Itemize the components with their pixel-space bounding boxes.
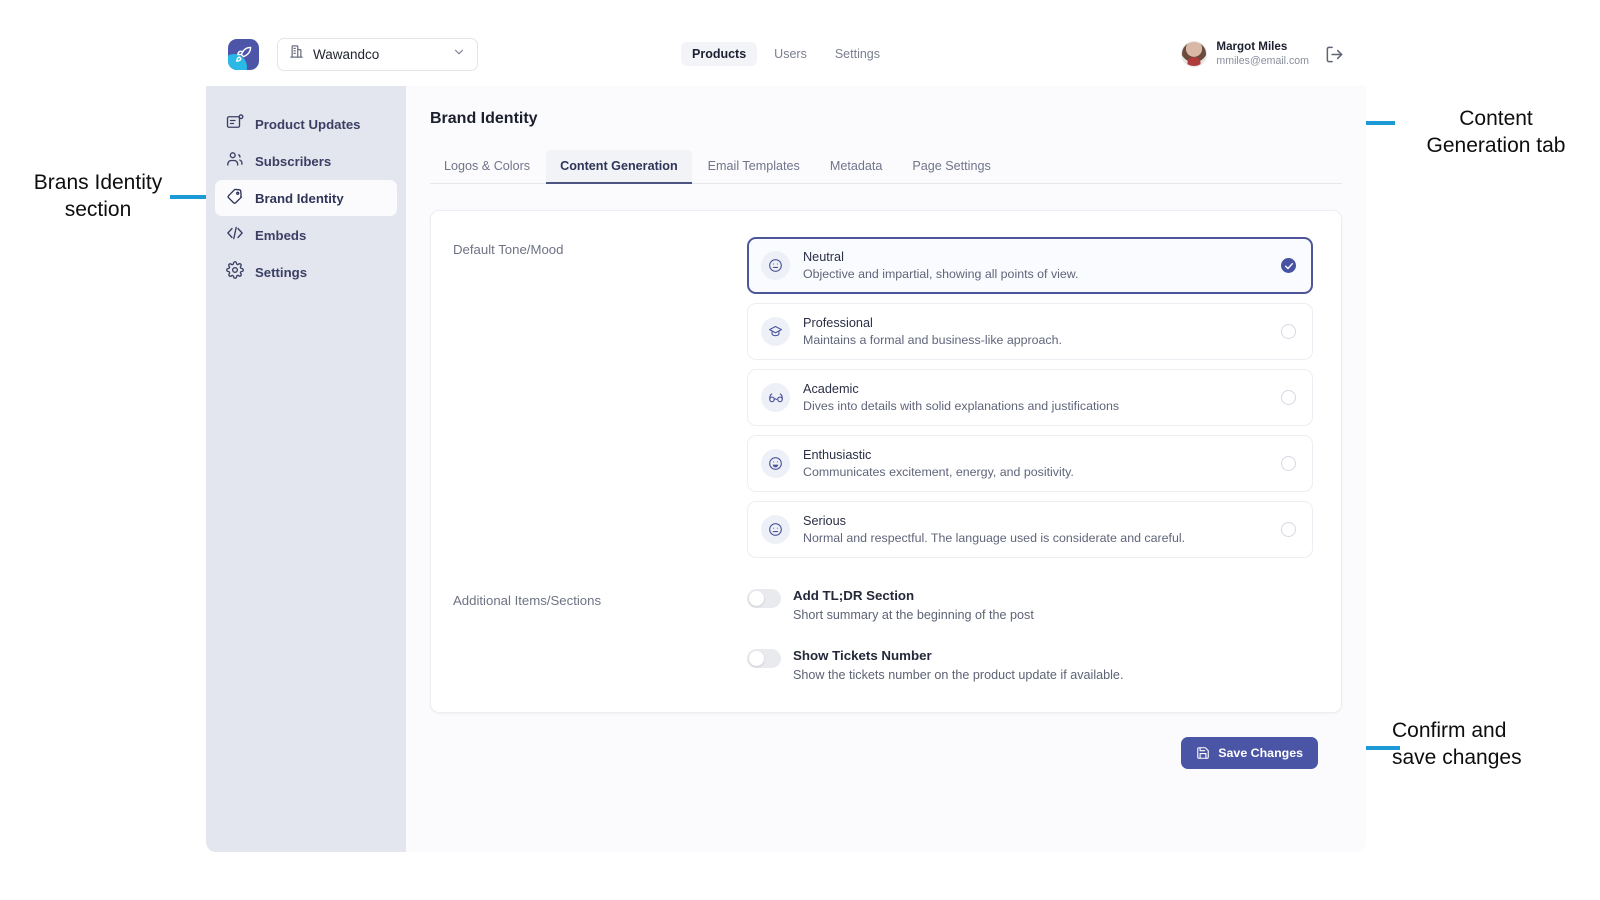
tone-option-title: Enthusiastic	[803, 448, 1268, 462]
top-bar: Wawandco Products Users Settings Margot …	[206, 22, 1366, 86]
tone-option-title: Neutral	[803, 250, 1268, 264]
tone-radio[interactable]	[1281, 522, 1296, 537]
content-area: Brand Identity Logos & Colors Content Ge…	[406, 86, 1366, 852]
code-icon	[226, 224, 244, 247]
sidebar-item-label: Subscribers	[255, 154, 331, 169]
tone-option-description: Objective and impartial, showing all poi…	[803, 267, 1268, 281]
tag-icon	[226, 187, 244, 210]
tone-option-description: Maintains a formal and business-like app…	[803, 333, 1268, 347]
graduation-cap-icon	[761, 317, 790, 346]
sidebar: Product Updates Subscribers	[206, 86, 406, 852]
chevron-down-icon	[452, 45, 466, 64]
toggle-title: Add TL;DR Section	[793, 588, 1034, 603]
toggle-description: Short summary at the beginning of the po…	[793, 608, 1034, 622]
tone-option-title: Academic	[803, 382, 1268, 396]
user-email: mmiles@email.com	[1216, 55, 1309, 68]
save-disk-icon	[1196, 746, 1210, 760]
app-window: Wawandco Products Users Settings Margot …	[206, 22, 1366, 852]
sidebar-item-brand-identity[interactable]: Brand Identity	[215, 180, 397, 216]
tone-option-title: Serious	[803, 514, 1268, 528]
tone-option-academic[interactable]: Academic Dives into details with solid e…	[747, 369, 1313, 426]
sidebar-item-label: Settings	[255, 265, 307, 280]
sidebar-item-subscribers[interactable]: Subscribers	[215, 143, 397, 179]
smiley-flat-icon	[761, 515, 790, 544]
toggle-knob	[749, 651, 764, 666]
tone-option-professional[interactable]: Professional Maintains a formal and busi…	[747, 303, 1313, 360]
smiley-neutral-icon	[761, 251, 790, 280]
tone-radio-selected[interactable]	[1281, 258, 1296, 273]
toggle-add-tldr-section[interactable]	[747, 589, 781, 608]
user-area: Margot Miles mmiles@email.com	[1181, 40, 1344, 68]
org-switcher[interactable]: Wawandco	[277, 38, 478, 71]
sidebar-item-settings[interactable]: Settings	[215, 254, 397, 290]
save-button[interactable]: Save Changes	[1181, 737, 1318, 769]
tab-logos-colors[interactable]: Logos & Colors	[430, 150, 544, 184]
smiley-grin-icon	[761, 449, 790, 478]
toggle-knob	[749, 591, 764, 606]
tab-metadata[interactable]: Metadata	[816, 150, 897, 184]
user-name: Margot Miles	[1216, 40, 1309, 54]
tone-radio[interactable]	[1281, 456, 1296, 471]
tab-bar: Logos & Colors Content Generation Email …	[430, 150, 1342, 184]
tone-option-description: Normal and respectful. The language used…	[803, 531, 1268, 545]
toggle-title: Show Tickets Number	[793, 648, 1123, 663]
default-tone-label: Default Tone/Mood	[453, 237, 747, 558]
additional-items-label: Additional Items/Sections	[453, 588, 747, 682]
toggle-row-tldr: Add TL;DR Section Short summary at the b…	[747, 588, 1313, 622]
default-tone-row: Default Tone/Mood Neutral	[453, 237, 1313, 558]
toggle-row-tickets: Show Tickets Number Show the tickets num…	[747, 648, 1313, 682]
sidebar-item-embeds[interactable]: Embeds	[215, 217, 397, 253]
product-updates-icon	[226, 113, 244, 136]
user-menu[interactable]: Margot Miles mmiles@email.com	[1181, 40, 1309, 68]
tone-option-neutral[interactable]: Neutral Objective and impartial, showing…	[747, 237, 1313, 294]
nav-item-settings[interactable]: Settings	[824, 42, 891, 66]
gear-icon	[226, 261, 244, 284]
sidebar-item-label: Embeds	[255, 228, 306, 243]
sidebar-item-product-updates[interactable]: Product Updates	[215, 106, 397, 142]
save-button-label: Save Changes	[1218, 746, 1303, 760]
rocket-icon[interactable]	[228, 39, 259, 70]
building-icon	[289, 44, 304, 64]
avatar	[1181, 41, 1207, 67]
subscribers-icon	[226, 150, 244, 173]
toggle-show-tickets-number[interactable]	[747, 649, 781, 668]
tone-option-list: Neutral Objective and impartial, showing…	[747, 237, 1313, 558]
tab-page-settings[interactable]: Page Settings	[898, 150, 1004, 184]
annotation-label-save-changes: Confirm and save changes	[1392, 718, 1592, 772]
main-nav: Products Users Settings	[681, 42, 891, 66]
tab-email-templates[interactable]: Email Templates	[694, 150, 814, 184]
tone-option-title: Professional	[803, 316, 1268, 330]
sidebar-item-label: Product Updates	[255, 117, 361, 132]
org-switcher-name: Wawandco	[313, 47, 443, 62]
sidebar-item-label: Brand Identity	[255, 191, 344, 206]
tone-option-description: Dives into details with solid explanatio…	[803, 399, 1268, 413]
app-body: Product Updates Subscribers	[206, 86, 1366, 852]
save-row: Save Changes	[430, 713, 1342, 769]
additional-items-row: Additional Items/Sections Add TL;DR Sect…	[453, 588, 1313, 682]
tone-radio[interactable]	[1281, 324, 1296, 339]
tone-option-description: Communicates excitement, energy, and pos…	[803, 465, 1268, 479]
annotation-label-content-generation-tab: Content Generation tab	[1398, 106, 1594, 160]
glasses-icon	[761, 383, 790, 412]
additional-items-toggles: Add TL;DR Section Short summary at the b…	[747, 588, 1313, 682]
page-title: Brand Identity	[430, 110, 1342, 128]
logout-icon[interactable]	[1325, 45, 1344, 64]
settings-panel: Default Tone/Mood Neutral	[430, 210, 1342, 713]
tone-option-enthusiastic[interactable]: Enthusiastic Communicates excitement, en…	[747, 435, 1313, 492]
tone-option-serious[interactable]: Serious Normal and respectful. The langu…	[747, 501, 1313, 558]
toggle-description: Show the tickets number on the product u…	[793, 668, 1123, 682]
tone-radio[interactable]	[1281, 390, 1296, 405]
tab-content-generation[interactable]: Content Generation	[546, 150, 692, 184]
nav-item-products[interactable]: Products	[681, 42, 757, 66]
nav-item-users[interactable]: Users	[763, 42, 818, 66]
annotation-label-brand-identity: Brans Identity section	[8, 170, 188, 224]
